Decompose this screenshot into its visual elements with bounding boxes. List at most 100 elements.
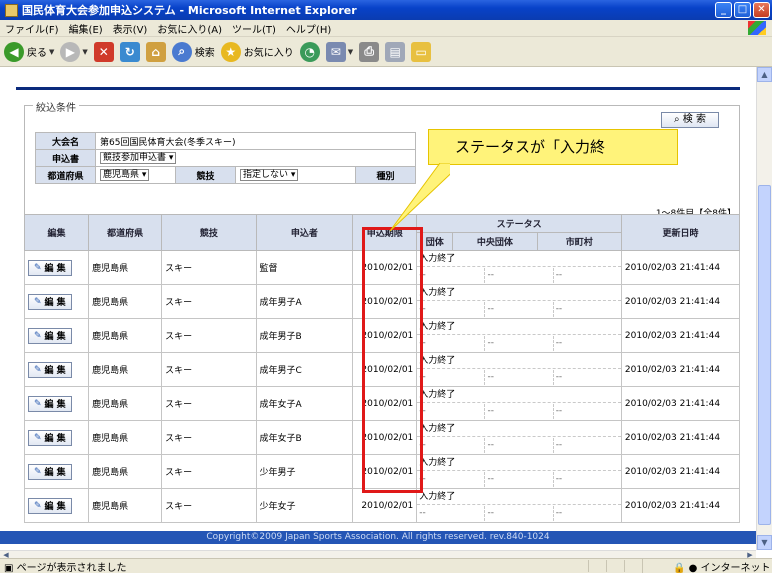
security-zone: 🔒 ● インターネット [642,558,772,573]
mail-icon: ✉ [325,41,346,62]
cell-updated: 2010/02/03 21:41:44 [620,454,741,489]
table-row: ✎ 編 集鹿児島県 スキー 少年女子 2010/02/01 入力終了 -- -- -- 2010/… [23,488,741,523]
globe-icon: ● [688,562,698,573]
status-value: 入力終了 [419,390,456,400]
cell-updated: 2010/02/03 21:41:44 [620,352,741,387]
cell-pref: 鹿児島県 [88,352,163,387]
col-applicant: 申込者 [255,214,354,251]
menu-edit[interactable]: 編集(E) [64,21,108,36]
edit-button[interactable]: ✎ 編 集 [28,293,72,310]
cell-updated: 2010/02/03 21:41:44 [620,386,741,421]
refresh-icon: ↻ [119,41,140,62]
edit-button[interactable]: ✎ 編 集 [28,395,72,412]
mail-button[interactable]: ✉ ▼ [325,41,353,62]
col-updated: 更新日時 [620,214,741,251]
pencil-icon: ✎ [34,466,42,477]
status-cell: 入力終了 -- -- -- [417,422,621,454]
cell-applicant: 成年男子B [255,318,354,353]
edit-button[interactable]: ✎ 編 集 [28,259,72,276]
cell-applicant: 成年男子C [255,352,354,387]
edit-button[interactable]: ✎ 編 集 [28,429,72,446]
menu-favorites[interactable]: お気に入り(A) [152,21,227,36]
cell-updated: 2010/02/03 21:41:44 [620,318,741,353]
vertical-scrollbar[interactable]: ▲ ▼ [756,67,772,550]
col-chuo: 中央団体 [452,232,538,251]
folder-button[interactable]: ▭ [411,41,432,62]
cell-kyogi: スキー [161,420,257,455]
cell-pref: 鹿児島県 [88,488,163,523]
callout-note: ステータスが「入力終 [428,129,678,165]
cell-updated: 2010/02/03 21:41:44 [620,420,741,455]
cell-applicant: 成年男子A [255,284,354,319]
col-shichoson: 市町村 [536,232,622,251]
status-chuo: -- [484,268,552,283]
back-button[interactable]: ◀ 戻る ▼ [4,41,54,62]
search-button-toolbar[interactable]: ⌕ 検索 [171,41,215,62]
menu-file[interactable]: ファイル(F) [0,21,64,36]
status-value: 入力終了 [419,356,456,366]
edit-page-button[interactable]: ▤ [385,41,406,62]
scroll-thumb[interactable] [758,185,771,525]
status-value: 入力終了 [419,424,456,434]
star-icon: ★ [220,41,241,62]
scroll-down-icon[interactable]: ▼ [757,535,772,550]
cell-updated: 2010/02/03 21:41:44 [620,250,741,285]
edit-button[interactable]: ✎ 編 集 [28,497,72,514]
pencil-icon: ✎ [34,364,42,375]
col-kyogi: 競技 [161,214,257,251]
status-shichoson: -- [552,404,621,419]
pencil-icon: ✎ [34,296,42,307]
minimize-button[interactable]: _ [715,2,732,18]
app-icon [5,3,18,17]
search-button[interactable]: ⌕ 検 索 [661,112,719,128]
stop-button[interactable]: ✕ [93,41,114,62]
status-dantai: -- [419,474,426,484]
menu-view[interactable]: 表示(V) [108,21,153,36]
cell-pref: 鹿児島県 [88,284,163,319]
document-icon: ▤ [385,41,406,62]
menu-bar: ファイル(F) 編集(E) 表示(V) お気に入り(A) ツール(T) ヘルプ(… [0,20,772,37]
pencil-icon: ✎ [34,432,42,443]
status-dantai: -- [419,440,426,450]
status-value: 入力終了 [419,322,456,332]
forward-button[interactable]: ▶ ▼ [60,41,88,62]
menu-tools[interactable]: ツール(T) [227,21,281,36]
status-shichoson: -- [552,370,621,385]
status-chuo: -- [484,302,552,317]
close-button[interactable]: ✕ [753,2,770,18]
moshikomisho-label: 申込書 [35,149,96,167]
back-arrow-icon: ◀ [4,41,24,62]
favorites-button[interactable]: ★ お気に入り [220,41,294,62]
page-viewport: 絞込条件 ⌕ 検 索 大会名 第65回国民体育大会(冬季スキー) 申込書 競技参… [0,67,756,550]
edit-button[interactable]: ✎ 編 集 [28,327,72,344]
status-dantai: -- [419,304,426,314]
home-icon: ⌂ [145,41,166,62]
cell-updated: 2010/02/03 21:41:44 [620,284,741,319]
edit-button[interactable]: ✎ 編 集 [28,361,72,378]
print-button[interactable]: ⎙ [359,41,380,62]
status-value: 入力終了 [419,288,456,298]
window-title: 国民体育大会参加申込システム - Microsoft Internet Expl… [22,4,357,17]
history-button[interactable]: ◔ [299,41,320,62]
folder-icon: ▭ [411,41,432,62]
status-dantai: -- [419,508,426,518]
chevron-down-icon: ▾ [168,153,174,163]
kyogi-select[interactable]: 指定しない ▾ [240,169,299,181]
lock-icon: 🔒 [673,562,686,573]
maximize-button[interactable]: □ [734,2,751,18]
edit-button[interactable]: ✎ 編 集 [28,463,72,480]
moshikomisho-select[interactable]: 競技参加申込書 ▾ [100,152,177,164]
status-value: 入力終了 [419,458,456,468]
cell-kyogi: スキー [161,318,257,353]
home-button[interactable]: ⌂ [145,41,166,62]
cell-kyogi: スキー [161,352,257,387]
cell-kyogi: スキー [161,284,257,319]
status-shichoson: -- [552,438,621,453]
horizontal-scrollbar[interactable]: ◀ ▶ [0,550,756,559]
pref-select[interactable]: 鹿児島県 ▾ [100,169,150,181]
status-shichoson: -- [552,506,621,521]
scroll-up-icon[interactable]: ▲ [757,67,772,82]
menu-help[interactable]: ヘルプ(H) [281,21,336,36]
refresh-button[interactable]: ↻ [119,41,140,62]
kyogi-label: 競技 [175,166,236,184]
